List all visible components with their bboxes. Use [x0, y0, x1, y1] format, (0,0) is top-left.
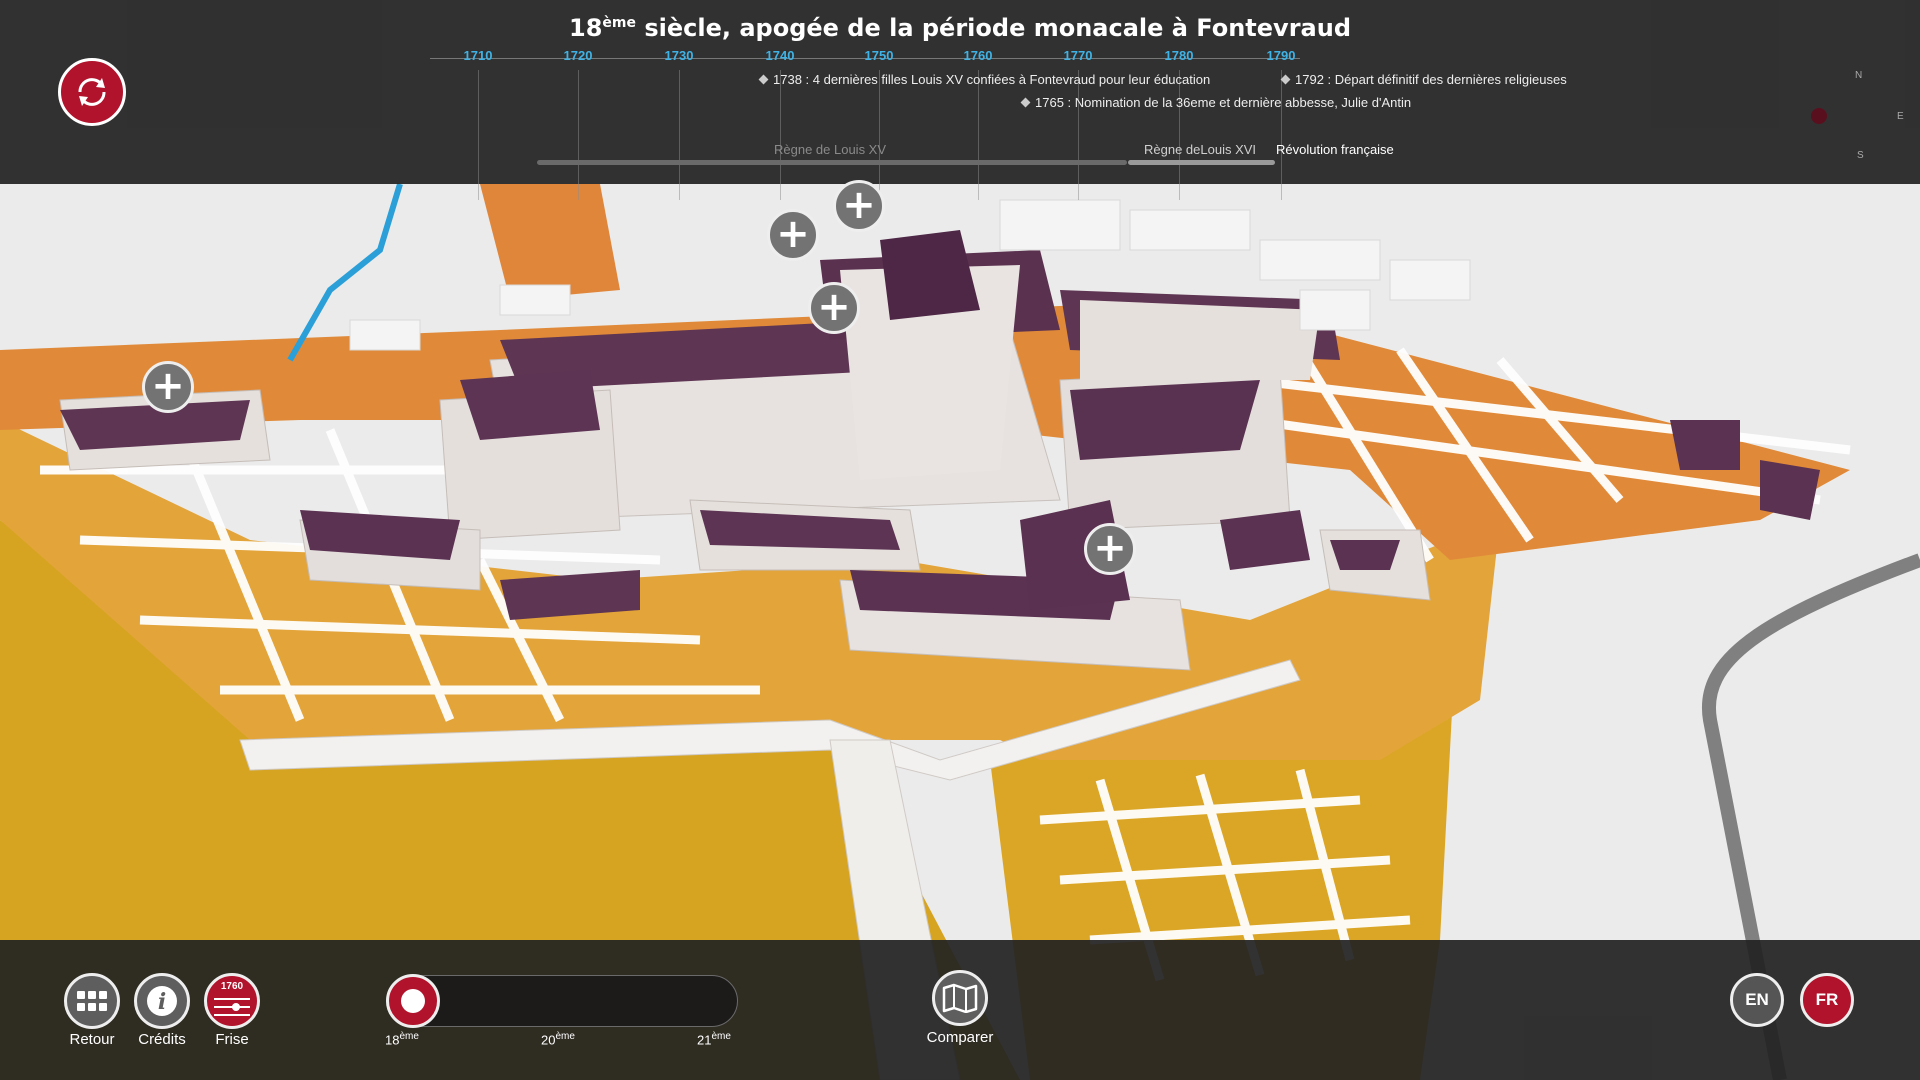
timeline-year[interactable]: 1760	[964, 48, 993, 63]
timeline-year[interactable]: 1790	[1267, 48, 1296, 63]
language-en-button[interactable]: EN	[1730, 973, 1784, 1027]
language-fr-button[interactable]: FR	[1800, 973, 1854, 1027]
compare-label: Comparer	[926, 1029, 994, 1046]
timeline-gridline	[879, 70, 880, 200]
reign-label: Règne deLouis XVI	[1144, 142, 1257, 157]
timeline-gridline	[1281, 70, 1282, 200]
timeline-gridline	[978, 70, 979, 200]
poi-plus-button[interactable]: +	[1084, 523, 1136, 575]
info-icon: i	[147, 986, 177, 1016]
timeline-gridline	[578, 70, 579, 200]
frise-icon: 1760	[210, 981, 254, 1021]
grid-icon	[77, 991, 107, 1011]
poi-plus-button[interactable]: +	[767, 209, 819, 261]
frise-year: 1760	[220, 981, 244, 992]
timeline-year[interactable]: 1730	[665, 48, 694, 63]
svg-text:i: i	[158, 989, 166, 1015]
compass-needle-icon[interactable]	[1811, 108, 1827, 124]
event-marker-icon	[1020, 97, 1031, 108]
refresh-icon	[78, 78, 106, 106]
timeline-gridline	[478, 70, 479, 200]
timeline-event[interactable]: 1765 : Nomination de la 36eme et dernièr…	[1020, 95, 1412, 110]
compass-east: E	[1897, 111, 1904, 122]
compare-button[interactable]	[932, 970, 988, 1026]
page-title: 18ème siècle, apogée de la période monac…	[569, 14, 1351, 42]
header-bar: 18ème siècle, apogée de la période monac…	[0, 0, 1920, 200]
event-text: 1792 : Départ définitif des dernières re…	[1295, 72, 1567, 87]
timeline-year[interactable]: 1750	[865, 48, 894, 63]
timeline-gridline	[1078, 70, 1079, 200]
reign-bar-louis-xv	[537, 160, 1127, 165]
frise-button[interactable]: 1760	[204, 973, 260, 1029]
century-slider-knob[interactable]	[386, 974, 440, 1028]
map-icon	[942, 983, 978, 1013]
timeline-gridline	[679, 70, 680, 200]
poi-plus-button[interactable]: +	[808, 282, 860, 334]
compass-south: S	[1857, 150, 1864, 161]
timeline-event[interactable]: 1792 : Départ définitif des dernières re…	[1280, 72, 1567, 87]
event-text: 1738 : 4 dernières filles Louis XV confi…	[773, 72, 1211, 87]
poi-plus-button[interactable]: +	[833, 180, 885, 232]
timeline-year[interactable]: 1780	[1165, 48, 1194, 63]
timeline-gridline	[780, 70, 781, 200]
retour-button[interactable]	[64, 973, 120, 1029]
reset-view-button[interactable]	[58, 58, 126, 126]
frise-label: Frise	[215, 1031, 249, 1048]
reign-label: Règne de Louis XV	[774, 142, 887, 157]
reign-bar-louis-xvi	[1128, 160, 1275, 165]
event-text: 1765 : Nomination de la 36eme et dernièr…	[1035, 95, 1412, 110]
century-label: 20ème	[541, 1031, 575, 1048]
event-marker-icon	[758, 74, 769, 85]
century-label: 21ème	[697, 1031, 731, 1048]
timeline-year[interactable]: 1720	[564, 48, 593, 63]
reign-label: Révolution française	[1276, 142, 1394, 157]
timeline-gridline	[1179, 70, 1180, 200]
timeline-event[interactable]: 1738 : 4 dernières filles Louis XV confi…	[758, 72, 1211, 87]
century-label: 18ème	[385, 1031, 419, 1048]
poi-plus-button[interactable]: +	[142, 361, 194, 413]
timeline-year[interactable]: 1740	[766, 48, 795, 63]
compass-north: N	[1855, 70, 1863, 81]
event-marker-icon	[1280, 74, 1291, 85]
timeline-year[interactable]: 1710	[464, 48, 493, 63]
credits-button[interactable]: i	[134, 973, 190, 1029]
timeline-year[interactable]: 1770	[1064, 48, 1093, 63]
